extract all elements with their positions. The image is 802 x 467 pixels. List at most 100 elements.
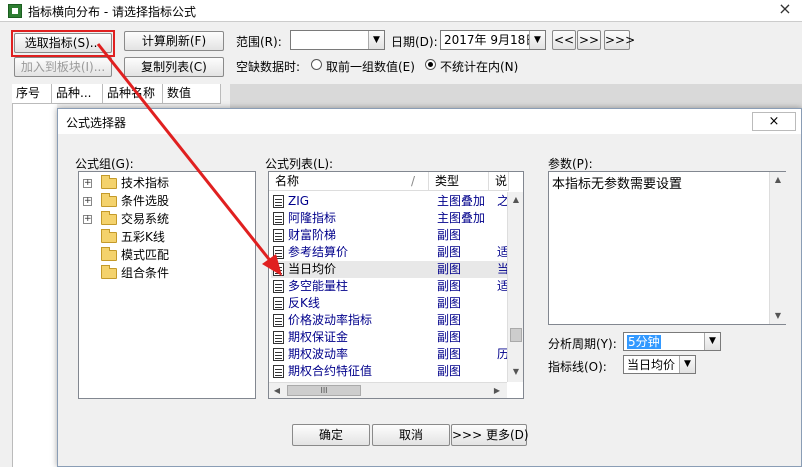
app-chart-icon [8, 4, 22, 18]
list-item-name: 期权波动率 [288, 347, 349, 361]
list-item[interactable]: 价格波动率指标 副图 [271, 312, 509, 329]
period-select[interactable]: 5分钟 ▼ [623, 332, 721, 351]
chevron-down-icon[interactable]: ▼ [704, 333, 720, 350]
scroll-thumb[interactable] [510, 328, 522, 342]
date-label: 日期(D): [391, 35, 438, 49]
list-header-desc[interactable]: 说 [489, 172, 509, 191]
formula-selector-dialog: 公式选择器 × 公式组(G): 公式列表(L): 参数(P): + 技术指标 +… [57, 108, 802, 467]
list-item[interactable]: 期权保证金 副图 [271, 329, 509, 346]
option-prev-label[interactable]: 取前一组数值(E) [326, 58, 415, 75]
list-item[interactable]: 财富阶梯 副图 [271, 227, 509, 244]
list-item-type: 主图叠加 [437, 211, 486, 225]
column-header-name[interactable]: 品种名称 [103, 84, 163, 104]
window-close-icon[interactable]: × [768, 0, 802, 21]
formula-file-icon [273, 365, 284, 378]
tree-item-combo[interactable]: 组合条件 [83, 264, 253, 282]
indicator-line-label: 指标线(O): [548, 360, 607, 374]
list-item[interactable]: 期权合约特征值 副图 [271, 363, 509, 380]
list-item[interactable]: 反K线 副图 [271, 295, 509, 312]
params-scrollbar[interactable]: ▲ ▼ [769, 172, 786, 324]
list-item-name: 阿隆指标 [288, 211, 337, 225]
tree-item-kline[interactable]: 五彩K线 [83, 228, 253, 246]
scroll-thumb[interactable]: III [287, 385, 361, 396]
option-exclude-radio[interactable] [425, 59, 436, 70]
chevron-down-icon[interactable]: ▼ [368, 31, 384, 49]
list-item[interactable]: 多空能量柱 副图 适 [271, 278, 509, 295]
list-item-name: 多空能量柱 [288, 279, 349, 293]
indicator-line-select[interactable]: 当日均价 ▼ [623, 355, 696, 374]
scroll-right-icon[interactable]: ▶ [489, 383, 505, 398]
tree-item-tech[interactable]: + 技术指标 [83, 174, 253, 192]
cancel-button[interactable]: 取消 [372, 424, 450, 446]
nav-last-button[interactable]: >>> [604, 30, 635, 50]
data-table-body [12, 104, 57, 467]
folder-icon [101, 175, 117, 189]
scroll-down-icon[interactable]: ▼ [770, 308, 786, 324]
option-exclude-label[interactable]: 不统计在内(N) [440, 58, 518, 75]
period-label: 分析周期(Y): [548, 337, 617, 351]
list-item-type: 副图 [437, 279, 462, 293]
more-button[interactable]: >>> 更多(D) [451, 424, 529, 446]
tree-item-label: 技术指标 [121, 176, 170, 190]
list-item-type: 副图 [437, 262, 462, 276]
add-to-block-button[interactable]: 加入到板块(I)... [14, 57, 112, 77]
dialog-titlebar: 公式选择器 × [58, 109, 801, 134]
column-header-value[interactable]: 数值 [163, 84, 221, 104]
list-horizontal-scrollbar[interactable]: ◀ III ▶ [269, 382, 507, 398]
range-select[interactable]: ▼ [290, 30, 385, 50]
no-data-label: 空缺数据时: [236, 60, 301, 74]
list-header-type[interactable]: 类型 [429, 172, 489, 191]
date-picker[interactable]: 2017年 9月18日 ▼ [440, 30, 546, 50]
scroll-left-icon[interactable]: ◀ [269, 383, 285, 398]
scroll-up-icon[interactable]: ▲ [770, 172, 786, 188]
list-item-type: 主图叠加 [437, 194, 486, 208]
formula-group-tree[interactable]: + 技术指标 + 条件选股 + 交易系统 五彩K线 模式匹配 组合条件 [78, 171, 256, 399]
chart-area [230, 84, 802, 110]
scroll-up-icon[interactable]: ▲ [508, 192, 523, 208]
list-item-name: 期权保证金 [288, 330, 349, 344]
list-item[interactable]: ZIG 主图叠加 之 [271, 193, 509, 210]
list-item-name: 财富阶梯 [288, 228, 337, 242]
formula-file-icon [273, 263, 284, 276]
formula-file-icon [273, 229, 284, 242]
tree-item-pattern[interactable]: 模式匹配 [83, 246, 253, 264]
chevron-down-icon[interactable]: ▼ [529, 31, 545, 49]
chevron-down-icon[interactable]: ▼ [679, 356, 695, 373]
expand-plus-icon[interactable]: + [83, 179, 92, 188]
indicator-line-value: 当日均价 [627, 358, 676, 372]
copy-list-button[interactable]: 复制列表(C) [124, 57, 224, 77]
list-item[interactable]: 参考结算价 副图 适 [271, 244, 509, 261]
list-item-type: 副图 [437, 228, 462, 242]
formula-list[interactable]: 名称 / 类型 说 ZIG 主图叠加 之 阿隆指标 主图叠加 财富阶梯 副图 参… [268, 171, 524, 399]
list-item[interactable]: 期权波动率 副图 历 [271, 346, 509, 363]
dialog-title: 公式选择器 [66, 116, 127, 130]
column-header-code[interactable]: 品种... [52, 84, 103, 104]
list-item-name: 反K线 [288, 296, 320, 310]
expand-plus-icon[interactable]: + [83, 197, 92, 206]
formula-file-icon [273, 314, 284, 327]
folder-icon [101, 229, 117, 243]
ok-button[interactable]: 确定 [292, 424, 370, 446]
expand-plus-icon[interactable]: + [83, 215, 92, 224]
nav-prev-button[interactable]: << [552, 30, 576, 50]
list-header-name[interactable]: 名称 / [269, 172, 429, 191]
list-item-selected[interactable]: 当日均价 副图 当 [271, 261, 509, 278]
folder-icon [101, 211, 117, 225]
list-vertical-scrollbar[interactable]: ▲ ▼ [507, 192, 523, 382]
column-header-index[interactable]: 序号 [12, 84, 52, 104]
formula-file-icon [273, 280, 284, 293]
list-item-type: 副图 [437, 364, 462, 378]
list-item[interactable]: 阿隆指标 主图叠加 [271, 210, 509, 227]
dialog-close-icon[interactable]: × [752, 112, 796, 131]
formula-file-icon [273, 331, 284, 344]
tree-item-screen[interactable]: + 条件选股 [83, 192, 253, 210]
nav-next-button[interactable]: >> [577, 30, 601, 50]
tree-item-trade[interactable]: + 交易系统 [83, 210, 253, 228]
scroll-down-icon[interactable]: ▼ [508, 364, 523, 380]
list-header-name-text: 名称 [275, 174, 300, 188]
calc-refresh-button[interactable]: 计算刷新(F) [124, 31, 224, 51]
period-value: 5分钟 [627, 335, 661, 349]
tree-item-label: 交易系统 [121, 212, 170, 226]
formula-file-icon [273, 348, 284, 361]
option-prev-radio[interactable] [311, 59, 322, 70]
